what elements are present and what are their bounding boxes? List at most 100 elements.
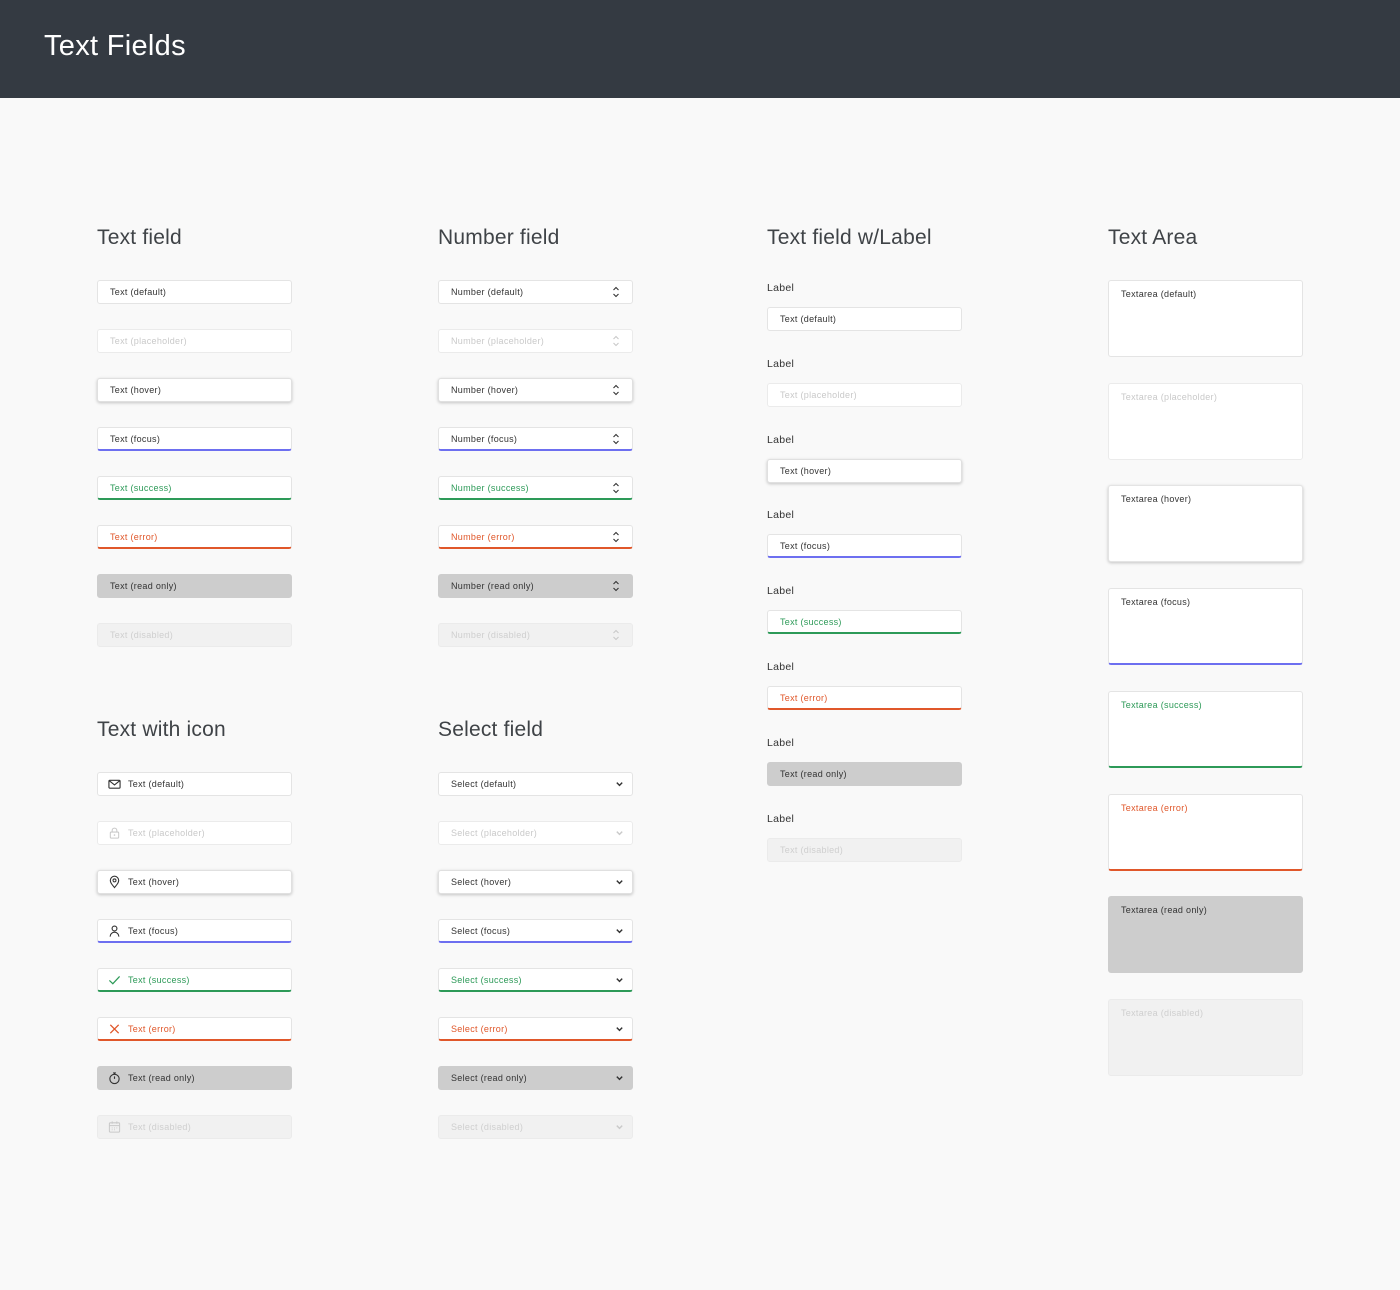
- icon-field-default[interactable]: Text (default): [97, 772, 292, 796]
- textarea-placeholder-value: Textarea (placeholder): [1121, 391, 1218, 402]
- icon-field-readonly[interactable]: Text (read only): [97, 1066, 292, 1090]
- textarea-default-value: Textarea (default): [1121, 289, 1197, 299]
- icon-field-hover[interactable]: Text (hover): [97, 870, 292, 894]
- icon-field-placeholder-value: Text (placeholder): [128, 828, 205, 838]
- section-title-select-field: Select field: [438, 718, 544, 741]
- checkmark-icon: [108, 973, 121, 986]
- text-field-default[interactable]: Text (default): [97, 280, 292, 304]
- field-label-success: Label: [767, 585, 795, 598]
- icon-field-disabled-value: Text (disabled): [128, 1122, 192, 1132]
- text-field-hover[interactable]: Text (hover): [97, 378, 292, 402]
- textarea-hover[interactable]: Textarea (hover): [1108, 485, 1303, 563]
- labeled-field-default-value: Text (default): [780, 314, 837, 324]
- number-field-error[interactable]: Number (error): [438, 525, 633, 549]
- chevron-down-icon[interactable]: [615, 780, 624, 789]
- text-field-readonly-value: Text (read only): [110, 581, 177, 591]
- number-field-disabled: Number (disabled): [438, 623, 633, 647]
- stepper-arrows-icon[interactable]: [612, 481, 620, 495]
- select-field-readonly[interactable]: Select (read only): [438, 1066, 633, 1090]
- select-field-hover[interactable]: Select (hover): [438, 870, 633, 894]
- stepper-arrows-icon[interactable]: [612, 579, 620, 593]
- stepper-arrows-icon[interactable]: [612, 628, 620, 642]
- text-field-focus[interactable]: Text (focus): [97, 427, 292, 451]
- select-field-default[interactable]: Select (default): [438, 772, 633, 796]
- chevron-down-icon[interactable]: [615, 975, 624, 984]
- labeled-field-default[interactable]: Text (default): [767, 307, 962, 331]
- section-title-labeled-field: Text field w/Label: [767, 226, 932, 249]
- map-pin-icon: [108, 875, 121, 889]
- textarea-disabled-value: Textarea (disabled): [1121, 1007, 1204, 1018]
- field-label-disabled: Label: [767, 812, 795, 825]
- number-field-focus-value: Number (focus): [451, 433, 518, 444]
- icon-field-placeholder[interactable]: Text (placeholder): [97, 821, 292, 845]
- textarea-placeholder[interactable]: Textarea (placeholder): [1108, 382, 1303, 460]
- textarea-success[interactable]: Textarea (success): [1108, 690, 1303, 768]
- select-field-success-value: Select (success): [451, 974, 522, 985]
- text-field-default-value: Text (default): [110, 287, 167, 297]
- text-field-error[interactable]: Text (error): [97, 525, 292, 549]
- chevron-down-icon[interactable]: [615, 878, 624, 887]
- chevron-down-icon[interactable]: [615, 1024, 624, 1033]
- text-field-placeholder[interactable]: Text (placeholder): [97, 329, 292, 353]
- icon-field-success-value: Text (success): [128, 974, 190, 985]
- chevron-down-icon[interactable]: [615, 926, 624, 935]
- number-field-hover[interactable]: Number (hover): [438, 378, 633, 402]
- labeled-field-success-value: Text (success): [780, 616, 842, 627]
- select-field-error[interactable]: Select (error): [438, 1017, 633, 1041]
- text-field-success-value: Text (success): [110, 482, 172, 493]
- number-field-default-value: Number (default): [451, 287, 524, 297]
- labeled-field-placeholder-value: Text (placeholder): [780, 389, 857, 400]
- stepper-arrows-icon[interactable]: [612, 334, 620, 348]
- chevron-down-icon[interactable]: [615, 1074, 624, 1083]
- stepper-arrows-icon[interactable]: [612, 383, 620, 397]
- text-field-success[interactable]: Text (success): [97, 476, 292, 500]
- number-field-readonly[interactable]: Number (read only): [438, 574, 633, 598]
- lock-icon: [108, 827, 121, 840]
- textarea-error[interactable]: Textarea (error): [1108, 793, 1303, 871]
- text-field-readonly[interactable]: Text (read only): [97, 574, 292, 598]
- section-title-icon-field: Text with icon: [97, 718, 226, 741]
- select-field-placeholder[interactable]: Select (placeholder): [438, 821, 633, 845]
- chevron-down-icon[interactable]: [615, 829, 624, 838]
- number-field-placeholder-value: Number (placeholder): [451, 336, 545, 346]
- labeled-field-placeholder[interactable]: Text (placeholder): [767, 382, 962, 407]
- number-field-error-value: Number (error): [451, 531, 515, 542]
- number-field-success[interactable]: Number (success): [438, 476, 633, 500]
- labeled-field-error[interactable]: Text (error): [767, 686, 962, 710]
- calendar-icon: [108, 1121, 121, 1134]
- page-header: Text Fields: [0, 0, 1400, 98]
- x-icon: [108, 1022, 121, 1035]
- number-field-default[interactable]: Number (default): [438, 280, 633, 304]
- labeled-field-hover[interactable]: Text (hover): [767, 458, 962, 483]
- labeled-field-focus[interactable]: Text (focus): [767, 534, 962, 559]
- number-field-focus[interactable]: Number (focus): [438, 427, 633, 451]
- labeled-field-disabled-value: Text (disabled): [780, 844, 844, 855]
- icon-field-default-value: Text (default): [128, 779, 185, 789]
- number-field-success-value: Number (success): [451, 482, 529, 493]
- labeled-field-success[interactable]: Text (success): [767, 610, 962, 635]
- icon-field-success[interactable]: Text (success): [97, 968, 292, 992]
- section-title-text-area: Text Area: [1108, 226, 1198, 249]
- labeled-field-disabled: Text (disabled): [767, 837, 962, 862]
- textarea-readonly-value: Textarea (read only): [1121, 905, 1208, 916]
- textarea-default[interactable]: Textarea (default): [1108, 280, 1303, 357]
- select-field-focus[interactable]: Select (focus): [438, 919, 633, 943]
- select-field-error-value: Select (error): [451, 1023, 508, 1034]
- chevron-down-icon[interactable]: [615, 1123, 624, 1132]
- stepper-arrows-icon[interactable]: [612, 530, 620, 544]
- select-field-placeholder-value: Select (placeholder): [451, 828, 538, 838]
- icon-field-error[interactable]: Text (error): [97, 1017, 292, 1041]
- icon-field-focus[interactable]: Text (focus): [97, 919, 292, 943]
- labeled-field-error-value: Text (error): [780, 692, 828, 703]
- text-field-placeholder-value: Text (placeholder): [110, 336, 187, 346]
- select-field-readonly-value: Select (read only): [451, 1073, 527, 1083]
- labeled-field-readonly[interactable]: Text (read only): [767, 761, 962, 786]
- stepper-arrows-icon[interactable]: [612, 285, 620, 299]
- stepper-arrows-icon[interactable]: [612, 432, 620, 446]
- number-field-placeholder[interactable]: Number (placeholder): [438, 329, 633, 353]
- textarea-readonly[interactable]: Textarea (read only): [1108, 896, 1303, 974]
- envelope-icon: [108, 778, 121, 791]
- textarea-focus[interactable]: Textarea (focus): [1108, 588, 1303, 666]
- user-icon: [108, 924, 121, 937]
- select-field-success[interactable]: Select (success): [438, 968, 633, 992]
